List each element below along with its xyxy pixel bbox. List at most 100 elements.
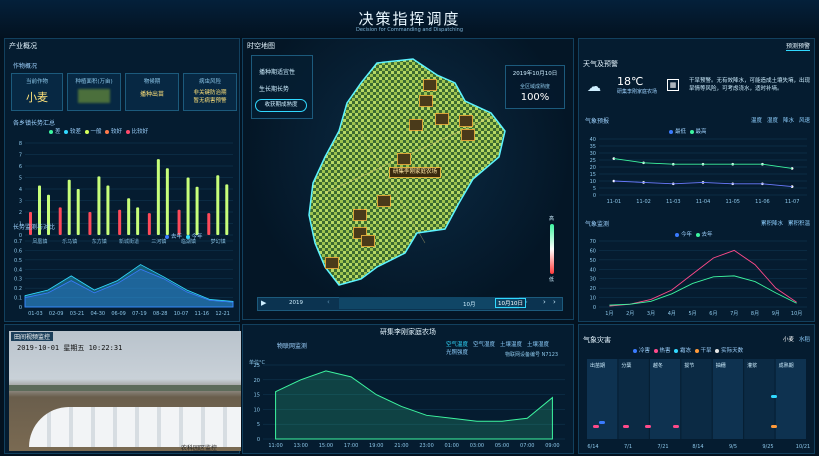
bar (127, 198, 131, 235)
timeline-year[interactable]: 2019 (289, 300, 303, 306)
selected-farm-label[interactable]: 研集李刚家庭农场 (389, 167, 442, 178)
farm-marker[interactable] (397, 153, 411, 165)
y-tick-label: 0.2 (14, 286, 22, 292)
growth-legend: 差 较差 一般 较好 比较好 (49, 127, 148, 135)
disaster-mark (593, 425, 599, 428)
disaster-mark (645, 425, 651, 428)
bar (106, 185, 110, 235)
x-tick-label: 11-03 (666, 199, 681, 205)
timeline-current[interactable]: 10月10日 (495, 298, 526, 308)
tab-wheat[interactable]: 小麦 (783, 335, 794, 343)
phase-label: 成熟期 (779, 362, 794, 369)
phase-column (618, 359, 649, 439)
tab-rice[interactable]: 水稻 (799, 335, 810, 343)
tab-temperature[interactable]: 温度 (751, 116, 762, 124)
device-id: 物联网设备编号 N7123 (505, 352, 559, 358)
maturity-value: 100% (520, 92, 550, 103)
tab-soil-temp[interactable]: 土壤温度 (500, 340, 522, 348)
x-tick-label: 01:00 (445, 443, 459, 449)
disaster-title: 气象灾害 (583, 336, 611, 344)
farm-marker[interactable] (325, 257, 339, 269)
y-tick-label: 0 (593, 305, 596, 311)
x-tick-label: 09:00 (545, 443, 559, 449)
forecast-title: 气象预报 (585, 118, 610, 125)
tab-light[interactable]: 光照强度 (446, 348, 468, 356)
area-key: 种植面积(万亩) (75, 79, 113, 85)
y-tick-label: 10 (590, 179, 596, 185)
phenology-card: 物候期 播种出苗 (125, 73, 179, 111)
y-tick-label: 20 (254, 378, 260, 384)
legend-item: 冷害 (633, 348, 650, 354)
forecast-chart: 4035302520151050 11-01 11-02 11-03 11-04 11-0… (590, 137, 807, 205)
timeline-next[interactable]: › (525, 298, 528, 306)
x-tick-label: 10-07 (174, 311, 189, 317)
y-tick-label: 8 (19, 141, 22, 147)
x-tick-label: 04-30 (91, 311, 106, 317)
timeline-track[interactable] (339, 297, 519, 309)
tab-humidity[interactable]: 湿度 (767, 116, 778, 124)
farm-marker[interactable] (409, 119, 423, 131)
tab-accumulated-rain[interactable]: 累积降水 (761, 219, 783, 227)
x-tick-label: 19:00 (369, 443, 383, 449)
x-tick-label: 07-19 (132, 311, 147, 317)
farm-marker[interactable] (461, 129, 475, 141)
bar (195, 186, 199, 235)
disaster-mark (673, 425, 679, 428)
crop-card: 当前作物 小麦 (11, 73, 63, 111)
bar (165, 168, 169, 235)
x-tick-label: 8/14 (692, 444, 703, 450)
farm-marker[interactable] (353, 209, 367, 221)
phase-column (681, 359, 712, 439)
phase-column (775, 359, 806, 439)
y-tick-label: 25 (590, 158, 596, 164)
farm-marker[interactable] (423, 79, 437, 91)
tab-accumulated-heat[interactable]: 累积积温 (788, 219, 810, 227)
warning-tab[interactable]: 预测预警 (785, 41, 810, 51)
bar (76, 189, 80, 235)
x-tick-label: 6月 (709, 311, 717, 317)
farm-marker[interactable] (435, 113, 449, 125)
x-tick-label: 9/5 (729, 444, 737, 450)
x-tick-label: 9月 (772, 311, 780, 317)
tab-air-humidity[interactable]: 空气湿度 (473, 340, 495, 348)
weather-place: 研集李刚家庭农场 (617, 89, 658, 95)
x-tick-label: 11-04 (696, 199, 711, 205)
warning-text: 干旱预警。无有效降水，可能造成土壤失墒，出现旱情等风险，可考虑浇水，适时补墒。 (689, 78, 811, 92)
tree-line (9, 385, 241, 391)
area-series (275, 370, 553, 440)
farm-marker[interactable] (419, 95, 433, 107)
y-tick-label: 20 (590, 165, 596, 171)
timeline-forward[interactable]: › (543, 298, 546, 306)
timeline-end[interactable]: › (553, 298, 556, 306)
farm-marker[interactable] (361, 235, 375, 247)
x-tick-label: 11:00 (268, 443, 282, 449)
bar (136, 207, 140, 235)
x-tick-label: 3月 (647, 311, 655, 317)
play-button[interactable]: ▶ (261, 299, 266, 307)
tab-soil-humidity[interactable]: 土壤湿度 (527, 340, 549, 348)
y-tick-label: 0.7 (14, 239, 22, 245)
bar (156, 159, 160, 235)
weather-panel: 天气及预警 预测预警 ☁ 18℃ 研集李刚家庭农场 ▦ 干旱预警。无有效降水，可… (578, 38, 815, 322)
farm-marker[interactable] (459, 115, 473, 127)
phenology-key: 物候期 (143, 79, 161, 85)
farm-marker[interactable] (377, 195, 391, 207)
tab-wind[interactable]: 风速 (799, 116, 810, 124)
x-tick-label: 17:00 (344, 443, 358, 449)
phase-column (744, 359, 775, 439)
pest-card: 病虫风险 非关键防治期 暂无病害预警 (183, 73, 237, 111)
x-tick-label: 03-21 (70, 311, 85, 317)
tab-rain[interactable]: 降水 (783, 116, 794, 124)
crop-key: 当前作物 (25, 79, 48, 85)
x-tick-label: 01-03 (28, 311, 43, 317)
y-tick-label: 0.5 (14, 258, 22, 264)
y-tick-label: 60 (590, 248, 596, 254)
monitor-area-chart: 0.7 0.6 0.5 0.4 0.3 0.2 0.1 0 01-03 02-09 03-21 04-… (14, 239, 234, 317)
forecast-tabs: 温度 湿度 降水 风速 (746, 116, 810, 124)
pest-key: 病虫风险 (198, 79, 221, 85)
x-tick-label: 11-16 (195, 311, 210, 317)
tab-air-temp[interactable]: 空气温度 (446, 340, 468, 348)
page-subtitle: Decision for Commanding and Dispatching (355, 27, 464, 33)
timeline-prev[interactable]: ‹ (327, 298, 330, 306)
video-frame[interactable]: 2019-10-01 星期五 10:22:31 农科园区监控 (9, 331, 241, 451)
